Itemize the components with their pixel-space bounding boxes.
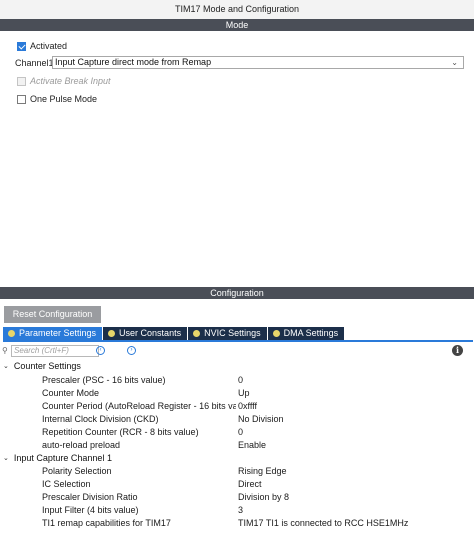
param-name: auto-reload preload [42, 440, 121, 450]
config-tabs: Parameter Settings User Constants NVIC S… [3, 327, 345, 340]
param-name: IC Selection [42, 479, 91, 489]
param-name: Internal Clock Division (CKD) [42, 414, 159, 424]
channel1-label-row: Channel1 [15, 58, 54, 68]
param-name: Input Filter (4 bits value) [42, 505, 139, 515]
activated-checkbox[interactable] [17, 41, 26, 51]
activated-checkbox-row[interactable]: Activated [17, 41, 67, 51]
status-dot-icon [193, 330, 201, 337]
param-value[interactable]: 0 [238, 375, 243, 385]
info-icon[interactable]: i [452, 345, 463, 356]
activate-break-input-checkbox [17, 76, 26, 86]
chevron-down-icon: ⌄ [3, 363, 9, 370]
one-pulse-mode-checkbox[interactable] [17, 94, 26, 104]
param-value[interactable]: 3 [238, 505, 243, 515]
param-value[interactable]: Direct [238, 479, 262, 489]
param-value[interactable]: 0 [238, 427, 243, 437]
channel1-label: Channel1 [15, 58, 54, 68]
magnifier-icon: ⚲ [2, 346, 8, 355]
param-value[interactable]: Up [238, 388, 250, 398]
param-value[interactable]: No Division [238, 414, 284, 424]
param-value[interactable]: 0xffff [238, 401, 257, 411]
param-value[interactable]: Division by 8 [238, 492, 289, 502]
param-name: Counter Period (AutoReload Register - 16… [42, 401, 236, 411]
param-name: Repetition Counter (RCR - 8 bits value) [42, 427, 199, 437]
channel1-select[interactable]: Input Capture direct mode from Remap ⌄ [52, 56, 464, 69]
channel1-select-value: Input Capture direct mode from Remap [55, 57, 212, 67]
param-name: Counter Mode [42, 388, 100, 398]
param-name: Polarity Selection [42, 466, 112, 476]
search-input[interactable]: Search (Crtl+F) [11, 345, 99, 357]
activated-label: Activated [30, 41, 68, 51]
reset-configuration-button[interactable]: Reset Configuration [4, 306, 101, 323]
tab-user-constants[interactable]: User Constants [103, 327, 188, 340]
param-value[interactable]: Rising Edge [238, 466, 287, 476]
activate-break-input-row: Activate Break Input [17, 76, 111, 86]
status-dot-icon [272, 330, 280, 337]
tree-group-input-capture-channel-1[interactable]: ⌄ Input Capture Channel 1 [3, 453, 112, 463]
status-dot-icon [8, 330, 15, 337]
param-value[interactable]: TIM17 TI1 is connected to RCC HSE1MHz [238, 518, 408, 528]
status-dot-icon [108, 330, 116, 337]
chevron-down-icon: ⌄ [3, 455, 9, 462]
chevron-circle-left-icon[interactable]: ‹ [96, 346, 105, 355]
mode-section-header: Mode [0, 19, 474, 31]
one-pulse-mode-row[interactable]: One Pulse Mode [17, 94, 97, 104]
one-pulse-mode-label: One Pulse Mode [30, 94, 98, 104]
activate-break-input-label: Activate Break Input [30, 76, 111, 86]
tab-dma-settings[interactable]: DMA Settings [267, 327, 345, 340]
window-title: TIM17 Mode and Configuration [0, 0, 474, 19]
param-name: Prescaler Division Ratio [42, 492, 138, 502]
tab-underline [3, 340, 473, 342]
tree-group-counter-settings[interactable]: ⌄ Counter Settings [3, 361, 81, 371]
param-value[interactable]: Enable [238, 440, 266, 450]
tab-nvic-settings[interactable]: NVIC Settings [188, 327, 267, 340]
param-name: Prescaler (PSC - 16 bits value) [42, 375, 166, 385]
param-name: TI1 remap capabilities for TIM17 [42, 518, 171, 528]
chevron-down-icon: ⌄ [451, 58, 458, 67]
chevron-circle-right-icon[interactable]: › [127, 346, 136, 355]
configuration-section-header: Configuration [0, 287, 474, 299]
tab-parameter-settings[interactable]: Parameter Settings [3, 327, 103, 340]
